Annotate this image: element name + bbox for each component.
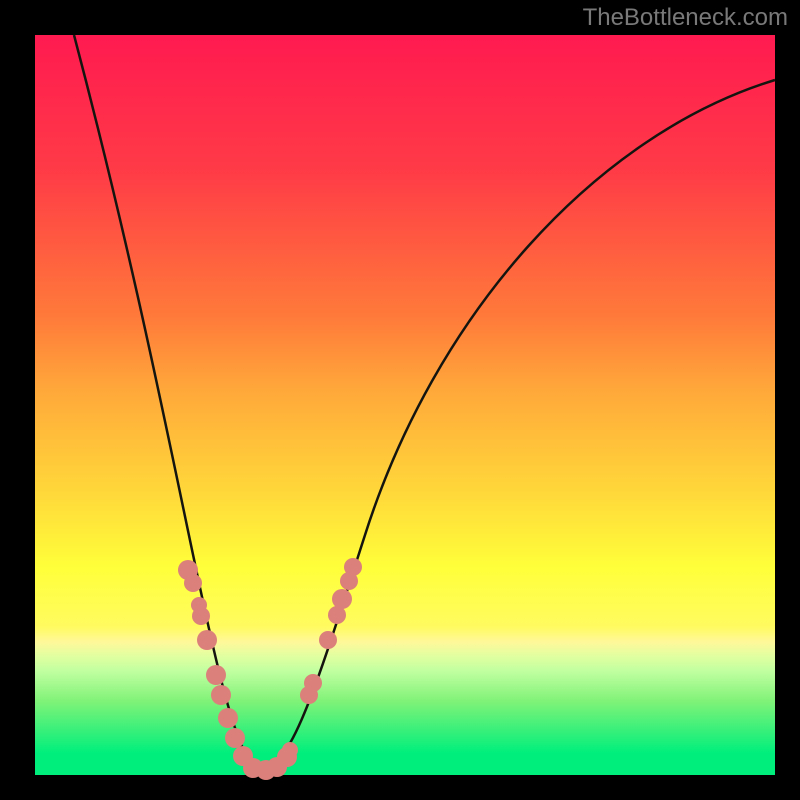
data-point	[184, 574, 202, 592]
data-point	[218, 708, 238, 728]
data-point	[344, 558, 362, 576]
data-point	[192, 607, 210, 625]
plot-area	[35, 35, 775, 775]
data-point	[332, 589, 352, 609]
data-point	[211, 685, 231, 705]
bottleneck-curve	[74, 35, 775, 770]
chart-svg	[35, 35, 775, 775]
data-point	[319, 631, 337, 649]
data-point	[225, 728, 245, 748]
data-point	[282, 742, 298, 758]
data-point	[197, 630, 217, 650]
data-point	[206, 665, 226, 685]
watermark-label: TheBottleneck.com	[583, 4, 788, 32]
chart-container: TheBottleneck.com	[0, 0, 800, 800]
marker-group	[178, 558, 362, 780]
data-point	[304, 674, 322, 692]
